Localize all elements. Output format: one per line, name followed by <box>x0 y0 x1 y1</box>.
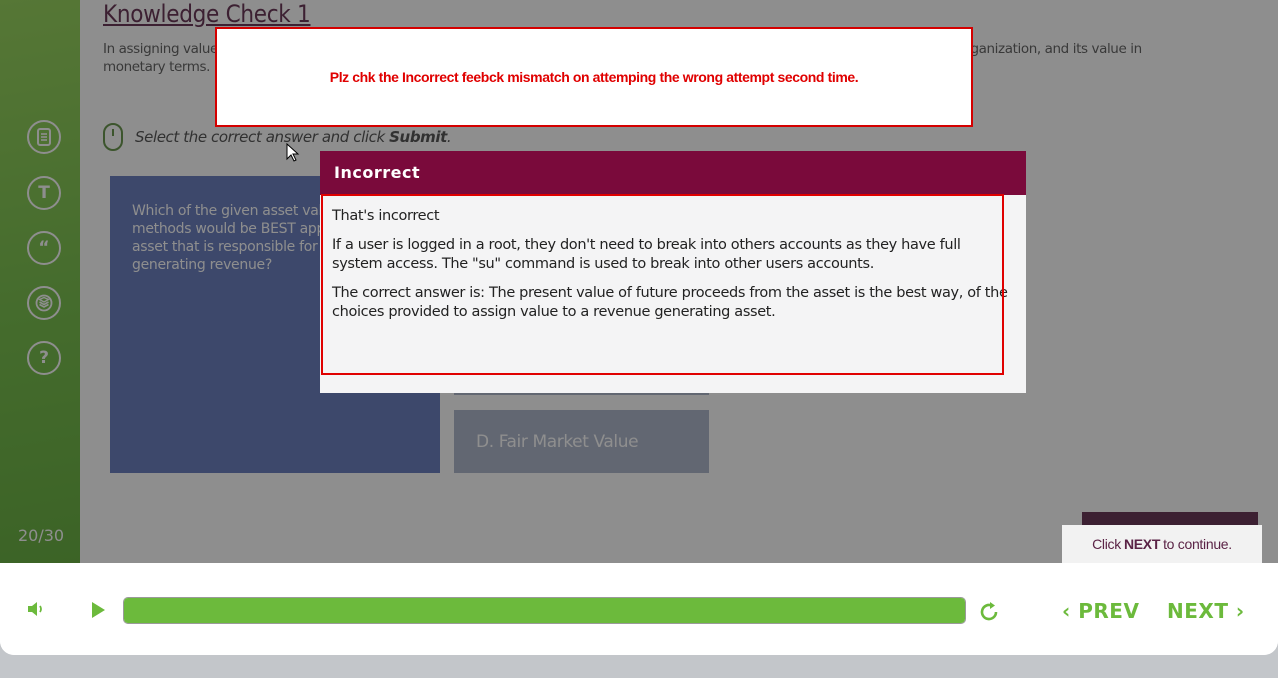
correct-answer-paragraph: The correct answer is: The present value… <box>332 285 1008 320</box>
replay-icon[interactable] <box>976 599 1002 625</box>
next-hint-bold: NEXT <box>1123 536 1161 552</box>
prev-button[interactable]: ‹ PREV <box>1062 599 1139 623</box>
feedback-modal: Incorrect That's incorrect If a user is … <box>320 151 1026 393</box>
prev-label: PREV <box>1078 599 1140 623</box>
play-icon[interactable] <box>92 602 105 618</box>
feedback-paragraph: If a user is logged in a root, they don'… <box>332 237 961 272</box>
cursor-icon <box>286 143 300 162</box>
slide-stage: T “ ? 20/30 Knowledge Check 1 In assigni… <box>0 0 1278 563</box>
review-annotation: Plz chk the Incorrect feebck mismatch on… <box>215 27 973 127</box>
progress-bar[interactable] <box>123 597 966 624</box>
modal-body: That's incorrect If a user is logged in … <box>320 195 1026 344</box>
player-controls: ‹ PREV NEXT › <box>0 563 1278 655</box>
modal-title: Incorrect <box>320 151 1026 195</box>
next-label: NEXT <box>1167 599 1229 623</box>
annotation-text: Plz chk the Incorrect feebck mismatch on… <box>329 69 859 85</box>
feedback-line: That's incorrect <box>332 208 440 224</box>
next-hint: Click NEXT to continue. <box>1062 525 1262 563</box>
volume-icon[interactable] <box>26 599 48 619</box>
progress-fill <box>124 598 965 623</box>
course-player: T “ ? 20/30 Knowledge Check 1 In assigni… <box>0 0 1278 655</box>
next-hint-prefix: Click <box>1092 536 1121 552</box>
next-button[interactable]: NEXT › <box>1167 599 1245 623</box>
next-hint-suffix: to continue. <box>1163 536 1232 552</box>
